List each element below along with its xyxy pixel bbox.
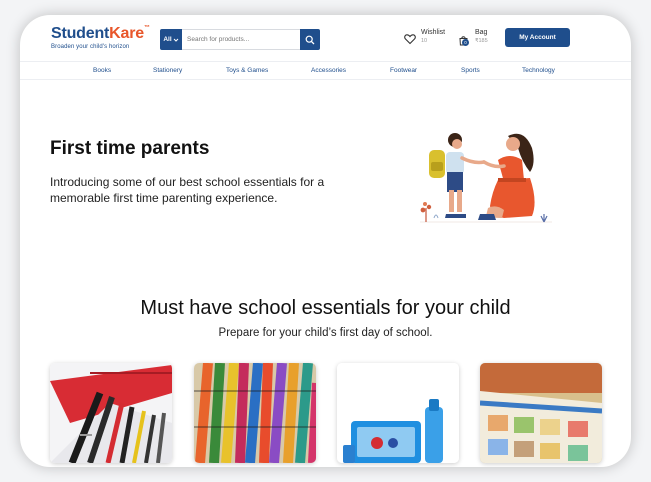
logo-part-student: Student [51,25,110,42]
logo-part-kare: Kare [109,25,144,42]
parent-child-illustration [420,133,552,223]
pens-pencil-case-image [50,363,172,463]
nav-item-footwear[interactable]: Footwear [390,67,417,74]
hero-description: Introducing some of our best school esse… [50,175,325,205]
search-icon [305,35,315,44]
wishlist-count: 10 [421,38,428,44]
nav-item-books[interactable]: Books [93,67,111,74]
search-button[interactable] [300,29,320,50]
wishlist-label: Wishlist [421,29,446,36]
screenshot-frame: StudentKare™ Broaden your child's horizo… [0,0,651,482]
logo-trademark: ™ [143,25,150,31]
bag-label: Bag [475,29,488,36]
picture-books-image [480,363,602,463]
search-input[interactable] [182,29,300,50]
nav-item-stationery[interactable]: Stationery [153,67,182,74]
search-bar: All [160,29,320,50]
essentials-heading: Must have school essentials for your chi… [140,297,511,319]
website-window: StudentKare™ Broaden your child's horizo… [20,15,631,467]
essential-card-books[interactable] [480,363,602,463]
site-header: StudentKare™ Broaden your child's horizo… [20,15,631,61]
bag-count-badge: 0 [462,39,469,46]
nav-item-technology[interactable]: Technology [522,67,555,74]
essentials-subheading: Prepare for your child’s first day of sc… [218,327,433,339]
brand-logo[interactable]: StudentKare™ Broaden your child's horizo… [51,25,150,50]
nav-item-accessories[interactable]: Accessories [311,67,346,74]
nav-item-toys-games[interactable]: Toys & Games [226,67,268,74]
brand-tagline: Broaden your child's horizon [51,44,130,50]
heart-icon [404,34,416,45]
search-category-label: All [163,36,172,43]
bag-icon-wrap: 0 [458,33,470,46]
hero-title: First time parents [50,138,210,159]
my-account-button[interactable]: My Account [505,28,570,47]
nav-item-sports[interactable]: Sports [461,67,480,74]
crayons-image [194,363,316,463]
essential-card-pens[interactable] [50,363,172,463]
lunch-box-bottle-image [337,363,459,463]
search-category-dropdown[interactable]: All [160,29,182,50]
bag-link[interactable]: 0 Bag ₹185 [458,29,488,46]
essential-card-crayons[interactable] [194,363,316,463]
logo-wordmark: StudentKare™ [51,25,150,43]
essential-card-lunchbox[interactable] [337,363,459,463]
wishlist-link[interactable]: Wishlist 10 [404,29,445,45]
bag-total: ₹185 [475,38,488,44]
category-nav: Books Stationery Toys & Games Accessorie… [20,61,631,80]
chevron-down-icon [173,38,179,42]
